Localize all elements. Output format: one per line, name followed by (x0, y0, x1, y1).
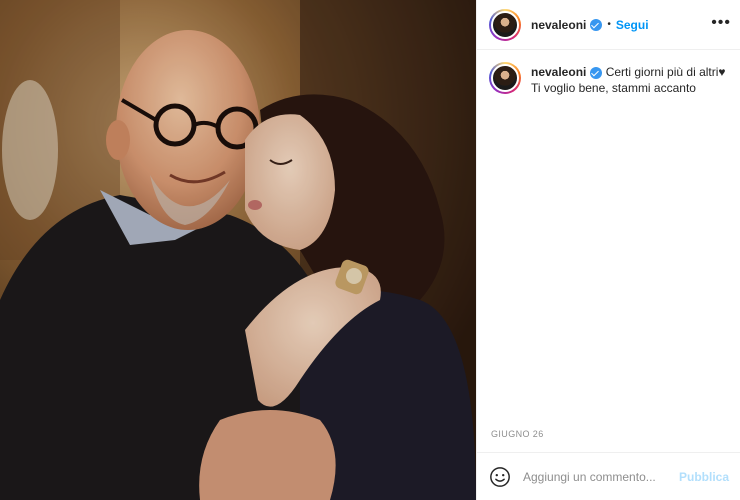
avatar-image (491, 10, 519, 39)
caption-avatar-image (491, 64, 519, 92)
photo-illustration (0, 0, 476, 500)
caption-verified-badge-icon (590, 66, 603, 79)
caption-line-1: Certi giorni più di altri♥ (605, 65, 726, 79)
verified-badge-icon (590, 18, 603, 31)
header-username[interactable]: nevaleoni (531, 18, 586, 32)
post-header: nevaleoni • Segui ••• (477, 0, 740, 50)
post-side-panel: nevaleoni • Segui ••• nevaleoni Certi gi… (476, 0, 740, 500)
caption-line-2: Ti voglio bene, stammi accanto (531, 81, 696, 95)
smiley-icon[interactable] (489, 466, 511, 488)
caption-username[interactable]: nevaleoni (531, 65, 586, 79)
post-photo[interactable] (0, 0, 476, 500)
caption: nevaleoni Certi giorni più di altri♥ Ti … (489, 62, 733, 96)
more-horizontal-icon[interactable]: ••• (711, 15, 731, 31)
caption-avatar[interactable] (489, 62, 521, 94)
header-separator: • (607, 19, 611, 30)
follow-button[interactable]: Segui (616, 18, 649, 32)
comment-input[interactable] (523, 469, 673, 484)
publish-button[interactable]: Pubblica (679, 470, 729, 484)
comment-bar: Pubblica (477, 452, 740, 500)
post-date[interactable]: GIUGNO 26 (491, 429, 544, 439)
caption-body: nevaleoni Certi giorni più di altri♥ Ti … (531, 64, 726, 96)
avatar[interactable] (489, 8, 521, 41)
